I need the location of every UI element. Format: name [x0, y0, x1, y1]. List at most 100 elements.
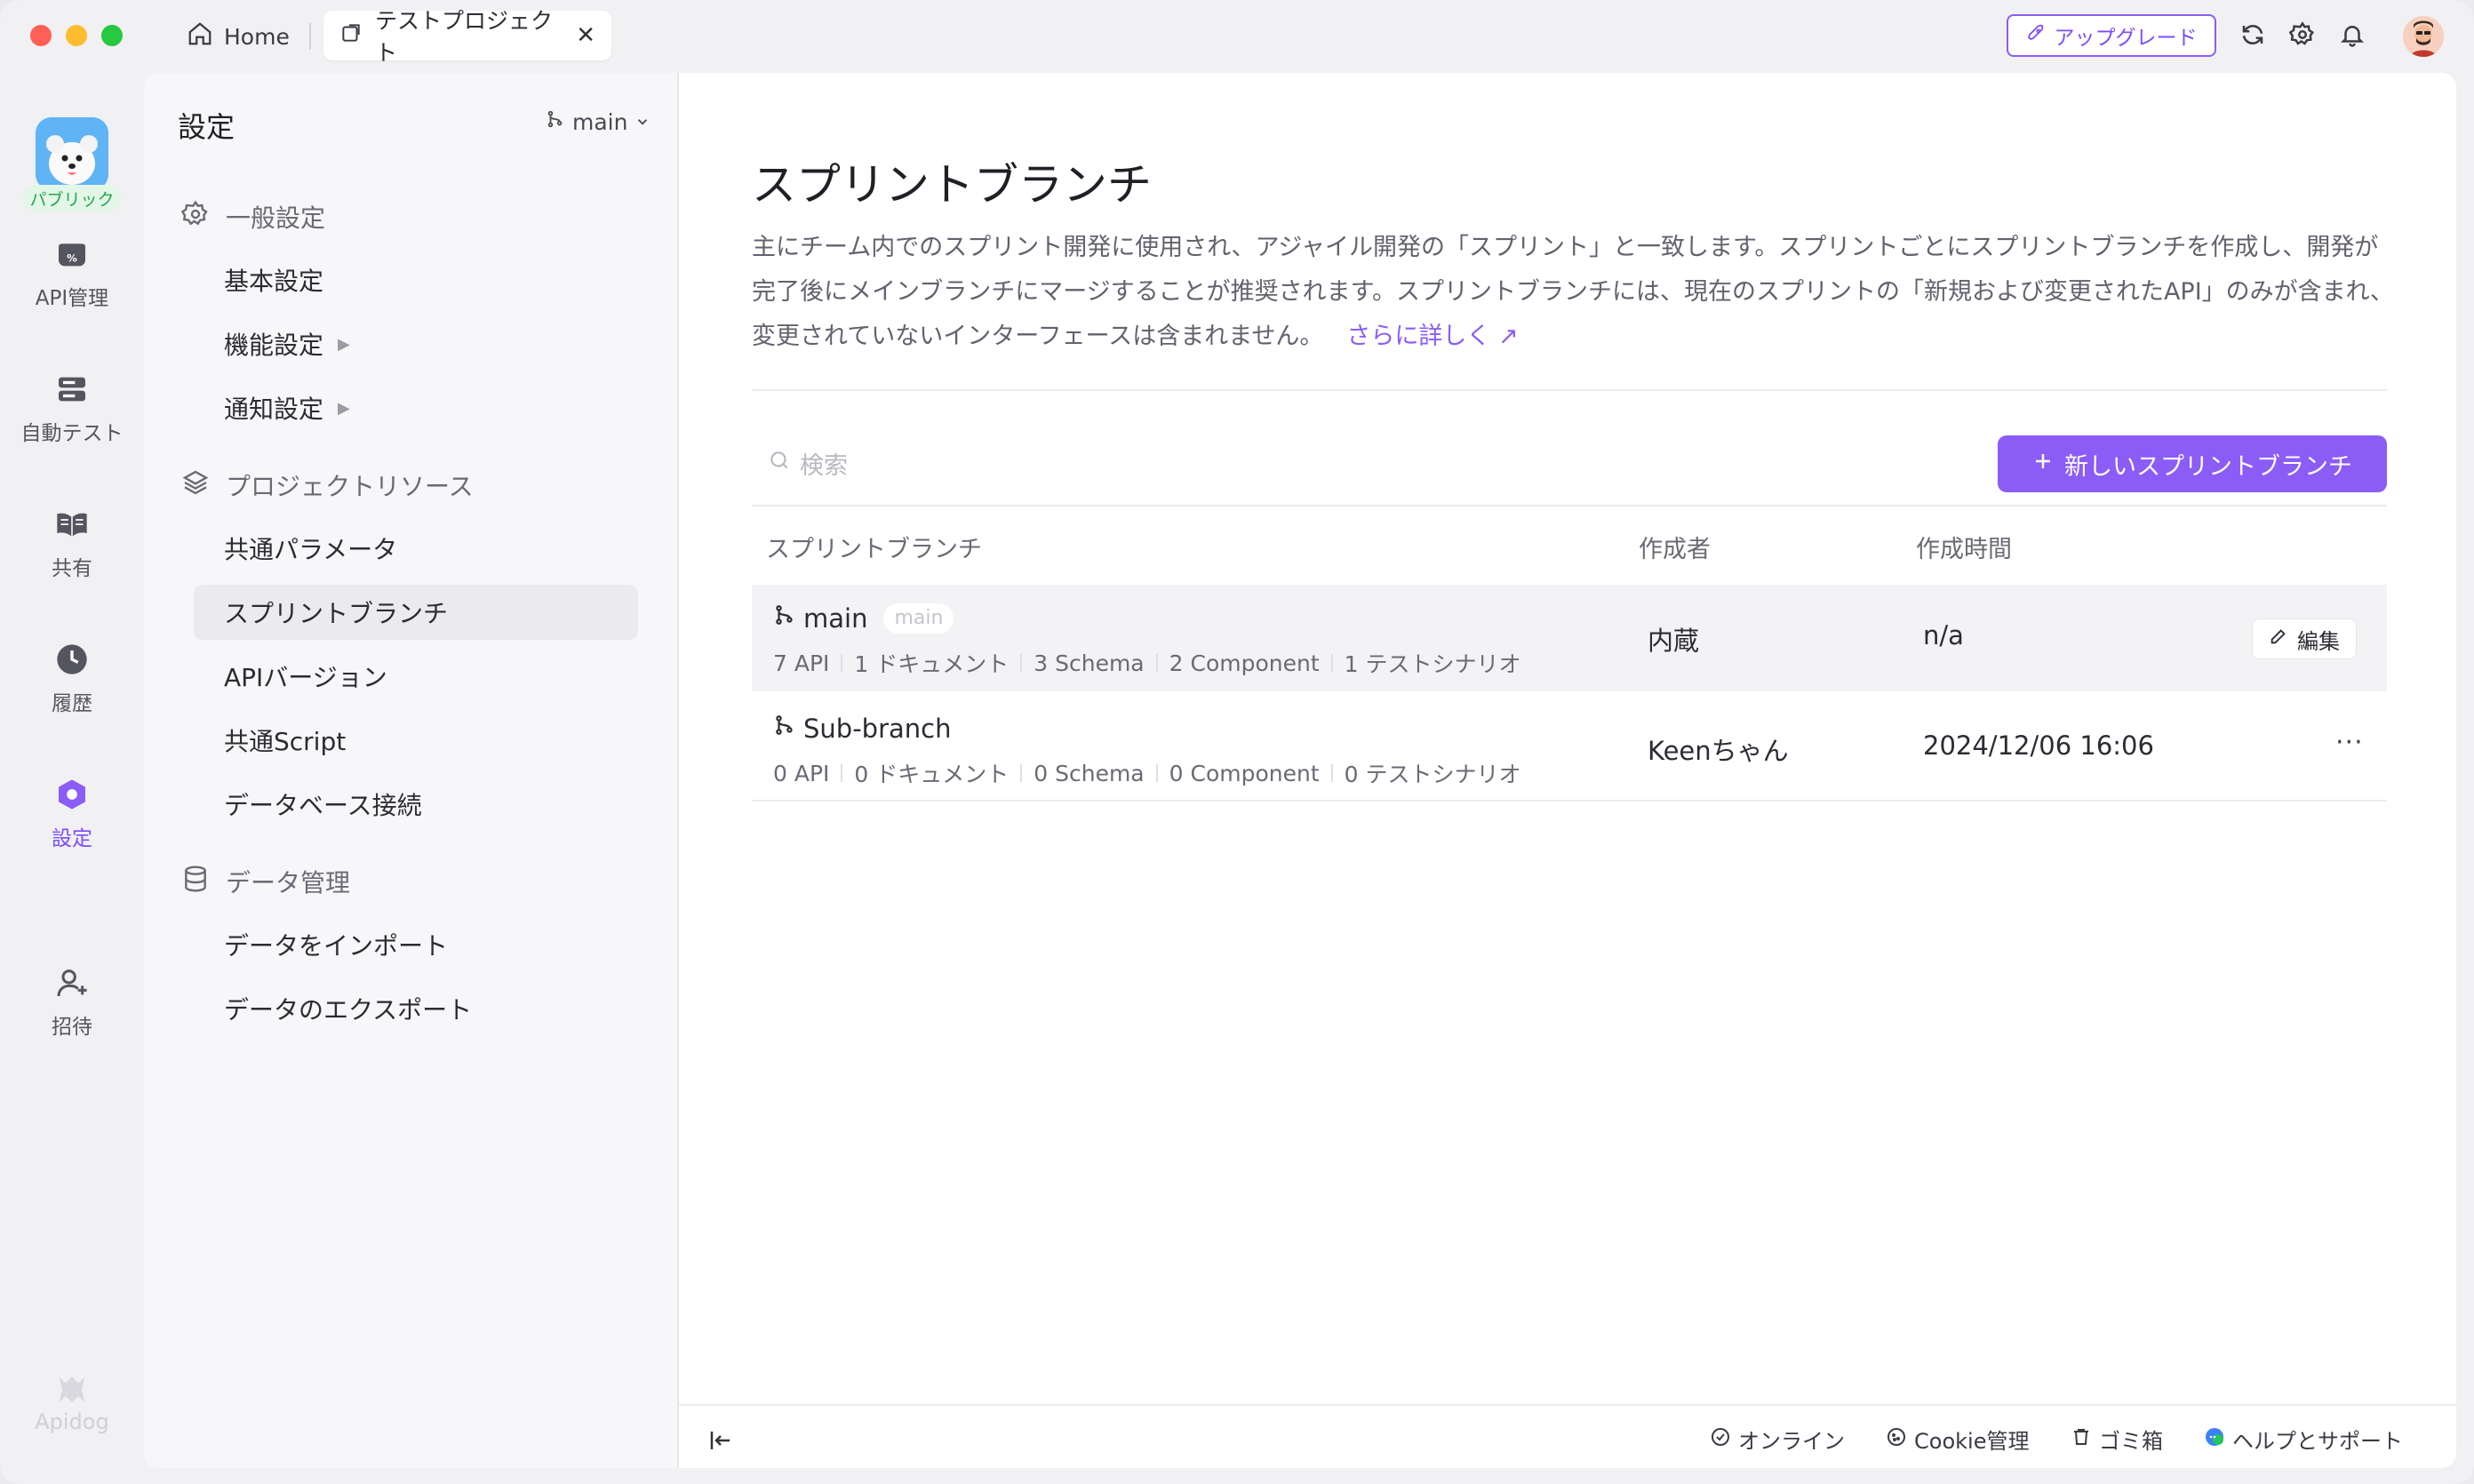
section-general: 一般設定 [180, 199, 325, 235]
nav-notification-settings[interactable]: 通知設定 ▶ [224, 380, 638, 435]
branch-tag: main [883, 602, 954, 634]
section-data-label: データ管理 [226, 868, 351, 898]
minimize-window-button[interactable] [66, 25, 87, 46]
rail-label-settings: 設定 [52, 827, 92, 850]
branch-name-cell: main main [773, 602, 954, 634]
public-badge: パブリック [23, 185, 121, 211]
nav-db-connection[interactable]: データベース接続 [224, 777, 638, 832]
rail-label-share: 共有 [52, 557, 92, 580]
column-header-branch: スプリントブランチ [766, 536, 982, 563]
trash-icon [2071, 1426, 2092, 1453]
rail-label-api: API管理 [35, 287, 109, 310]
settings-hex-icon [54, 777, 90, 812]
collapse-sidebar-icon[interactable] [707, 1427, 734, 1461]
nav-feature-settings[interactable]: 機能設定 ▶ [224, 316, 638, 371]
nav-label: データをインポート [224, 931, 449, 961]
tab-divider [309, 23, 311, 50]
creator-cell: Keenちゃん [1648, 736, 1789, 766]
title-bar: Home テストプロジェクト ✕ アップグレード [0, 0, 2474, 73]
upgrade-button[interactable]: アップグレード [2007, 14, 2216, 57]
stat-docs: 0 ドキュメント [854, 762, 1010, 787]
home-tab[interactable]: Home [187, 16, 290, 57]
rail-item-history[interactable]: 履歴 [0, 642, 144, 716]
new-sprint-branch-button[interactable]: 新しいスプリントブランチ [1998, 435, 2387, 492]
project-tab-label: テストプロジェクト [375, 8, 554, 66]
stat-component: 0 Component [1169, 760, 1320, 786]
rail-item-api[interactable]: % API管理 [0, 236, 144, 311]
branch-icon [773, 602, 796, 634]
trash[interactable]: ゴミ箱 [2071, 1424, 2163, 1455]
online-status[interactable]: オンライン [1710, 1424, 1845, 1455]
creator-cell: 内蔵 [1648, 626, 1700, 656]
nav-import-data[interactable]: データをインポート [224, 917, 638, 972]
settings-title: 設定 [178, 110, 235, 144]
home-icon [187, 20, 213, 52]
rail-item-settings[interactable]: 設定 [0, 777, 144, 851]
upgrade-label: アップグレード [2054, 27, 2198, 50]
zoom-window-button[interactable] [101, 25, 123, 46]
gear-icon[interactable] [2287, 20, 2318, 50]
nav-label: 共通パラメータ [224, 535, 398, 564]
caret-right-icon: ▶ [338, 398, 350, 418]
stat-api: 0 API [773, 760, 830, 786]
nav-export-data[interactable]: データのエクスポート [224, 981, 638, 1036]
rail-label-history: 履歴 [52, 692, 92, 715]
close-tab-icon[interactable]: ✕ [576, 22, 595, 49]
project-tab[interactable]: テストプロジェクト ✕ [323, 8, 611, 66]
help-support[interactable]: ヘルプとサポート [2204, 1424, 2403, 1455]
column-header-created-time: 作成時間 [1916, 536, 2012, 563]
section-data: データ管理 [181, 864, 350, 899]
learn-more-link[interactable]: さらに詳しく ↗ [1346, 323, 1518, 350]
edit-button[interactable]: 編集 [2252, 618, 2357, 659]
caret-right-icon: ▶ [338, 334, 350, 354]
test-icon [54, 371, 90, 407]
rail-item-invite[interactable]: 招待 [0, 965, 144, 1040]
bell-icon[interactable] [2337, 20, 2367, 50]
nav-api-versions[interactable]: APIバージョン [224, 649, 638, 704]
table-row[interactable]: Sub-branch 0 API 0 ドキュメント 0 Schema 0 Com… [752, 695, 2387, 802]
api-icon: % [54, 236, 90, 272]
nav-common-params[interactable]: 共通パラメータ [224, 521, 638, 576]
branch-stats: 7 API 1 ドキュメント 3 Schema 2 Component 1 テス… [773, 647, 1521, 679]
nav-label: 基本設定 [224, 267, 324, 296]
search-input[interactable]: 検索 [768, 446, 848, 481]
apidog-logo: Apidog [0, 1370, 144, 1434]
nav-basic-settings[interactable]: 基本設定 [224, 252, 638, 307]
divider [752, 389, 2387, 391]
check-circle-icon [1710, 1426, 1731, 1453]
chat-bubble-icon [2204, 1426, 2225, 1453]
gear-icon [180, 200, 210, 235]
project-avatar[interactable] [36, 117, 108, 190]
apidog-logo-label: Apidog [35, 1409, 109, 1434]
branch-name: main [803, 602, 868, 634]
close-window-button[interactable] [30, 25, 52, 46]
left-rail: パブリック % API管理 自動テスト 共有 履歴 設定 招待 Apidog [0, 73, 144, 1484]
stat-test-scenario: 1 テストシナリオ [1344, 651, 1521, 677]
nav-label: データのエクスポート [224, 995, 473, 1025]
plus-icon [2032, 451, 2054, 478]
rail-item-auto-test[interactable]: 自動テスト [0, 371, 144, 446]
main-content: スプリントブランチ 主にチーム内でのスプリント開発に使用され、アジャイル開発の「… [679, 73, 2456, 1468]
nav-label: 機能設定 [224, 331, 324, 360]
branch-icon [546, 108, 565, 135]
clock-icon [54, 642, 90, 677]
app-window: Home テストプロジェクト ✕ アップグレード パブリック % API管理 自… [0, 0, 2474, 1484]
rail-item-share[interactable]: 共有 [0, 507, 144, 581]
branch-icon [773, 713, 796, 744]
cookie-manager[interactable]: Cookie管理 [1886, 1424, 2029, 1455]
chevron-down-icon [634, 109, 650, 135]
refresh-icon[interactable] [2238, 20, 2268, 50]
edit-label: 編集 [2297, 628, 2340, 654]
branch-selector[interactable]: main [546, 108, 650, 135]
invite-icon [54, 965, 90, 1001]
nav-sprint-branch[interactable]: スプリントブランチ [194, 585, 638, 640]
cookie-label: Cookie管理 [1914, 1429, 2030, 1454]
nav-common-script[interactable]: 共通Script [224, 713, 638, 768]
stat-docs: 1 ドキュメント [854, 651, 1010, 677]
user-avatar[interactable] [2403, 16, 2444, 57]
nav-label: スプリントブランチ [224, 599, 449, 628]
more-actions-button[interactable]: ··· [2335, 727, 2364, 758]
nav-label: 共通Script [224, 727, 347, 756]
table-row[interactable]: main main 7 API 1 ドキュメント 3 Schema 2 Comp… [752, 585, 2387, 691]
pencil-icon [2269, 626, 2288, 651]
